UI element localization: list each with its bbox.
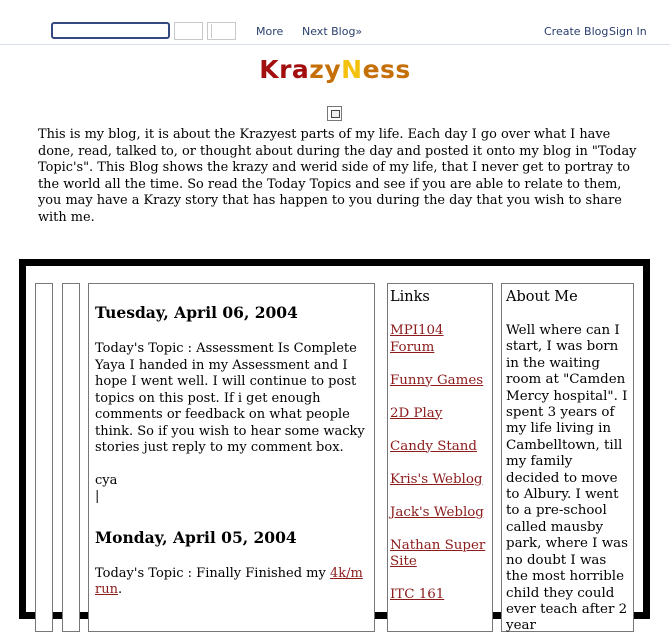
sidebar-link[interactable]: Kris's Weblog [390,472,482,487]
list-item: Funny Games [390,373,490,390]
post: Tuesday, April 06, 2004 Today's Topic : … [95,303,368,506]
post-body: Today's Topic : Assessment Is Complete Y… [95,341,368,506]
sign-in-link[interactable]: Sign In [609,25,647,38]
sidebar-link[interactable]: Candy Stand [390,439,477,454]
date-header: Monday, April 05, 2004 [95,527,297,547]
post: Monday, April 05, 2004 Today's Topic : F… [95,528,368,599]
empty-column [35,283,53,632]
more-link[interactable]: More [256,25,283,38]
blogger-navbar: More Next Blog» Create Blog Sign In [0,0,670,45]
next-blog-link[interactable]: Next Blog» [302,25,362,38]
create-blog-link[interactable]: Create Blog [544,25,608,38]
links-sidebar: Links MPI104 Forum Funny Games 2D Play C… [387,283,493,632]
about-text: Well where can I start, I was born in th… [506,323,629,634]
title-part: Kra [259,55,310,84]
posts-column: Tuesday, April 06, 2004 Today's Topic : … [88,283,375,632]
search-all-blogs-button[interactable] [207,22,236,40]
sidebar-link[interactable]: Nathan Super Site [390,538,485,570]
sidebar-link[interactable]: Jack's Weblog [390,505,484,520]
links-title: Links [390,289,430,305]
list-item: Kris's Weblog [390,472,490,489]
broken-image-icon [327,106,342,121]
list-item: Jack's Weblog [390,505,490,522]
title-part: N [341,55,363,84]
main-frame: Tuesday, April 06, 2004 Today's Topic : … [19,259,650,633]
post-text: . [117,582,123,597]
date-header: Tuesday, April 06, 2004 [95,303,298,322]
list-item: 2D Play [390,406,490,423]
about-sidebar: About Me Well where can I start, I was b… [501,283,634,634]
post-text: Today's Topic : Assessment Is Complete Y… [95,341,365,455]
sidebar-link[interactable]: MPI104 Forum [390,323,444,355]
list-item: ITC 161 [390,587,490,604]
blog-description: This is my blog, it is about the Krazyes… [38,127,637,225]
empty-column [62,283,80,632]
post-signoff: cya [95,472,118,488]
search-blog-button[interactable] [174,22,203,40]
title-part: zy [309,55,342,84]
blog-title[interactable]: KrazyNess [0,55,670,84]
links-list: MPI104 Forum Funny Games 2D Play Candy S… [390,323,490,604]
list-item: MPI104 Forum [390,323,490,356]
list-item: Candy Stand [390,439,490,456]
about-title: About Me [506,289,578,305]
post-text: Today's Topic : Finally Finished my [95,565,330,581]
sidebar-link[interactable]: 2D Play [390,406,442,421]
post-body: Today's Topic : Finally Finished my 4k/m… [95,566,368,599]
title-part: ess [362,55,411,84]
list-item: Nathan Super Site [390,538,490,571]
sidebar-link[interactable]: Funny Games [390,373,483,388]
search-input[interactable] [51,22,170,39]
text-cursor: | [95,489,100,504]
